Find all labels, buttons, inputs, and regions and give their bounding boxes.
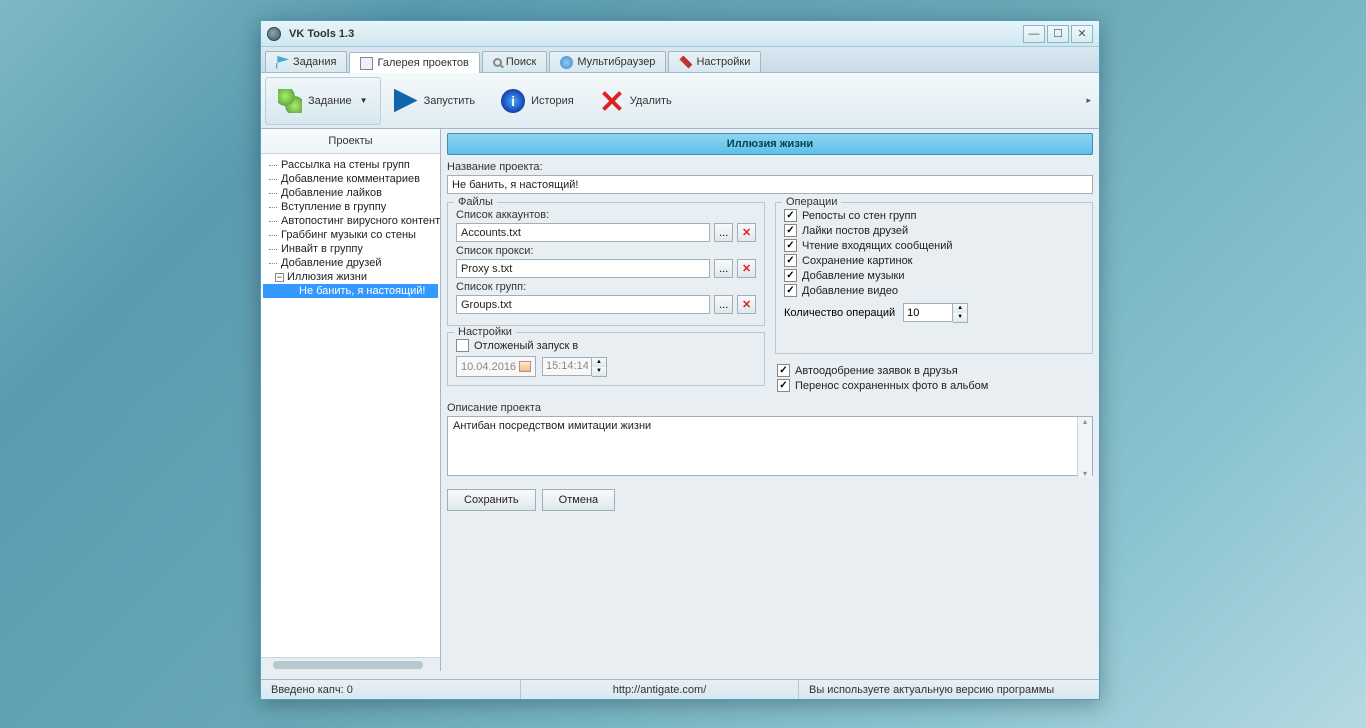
gears-icon bbox=[278, 89, 302, 113]
info-icon: i bbox=[501, 89, 525, 113]
accounts-clear-button[interactable]: ✕ bbox=[737, 223, 756, 242]
name-label: Название проекта: bbox=[447, 161, 1093, 173]
cancel-button[interactable]: Отмена bbox=[542, 489, 615, 511]
tab-settings[interactable]: Настройки bbox=[668, 51, 761, 72]
op-checkbox[interactable]: ✓ bbox=[784, 269, 797, 282]
main-panel: Иллюзия жизни Название проекта: Файлы Сп… bbox=[441, 129, 1099, 671]
ops-count-down[interactable]: ▼ bbox=[953, 313, 967, 322]
statusbar: Введено капч: 0 http://antigate.com/ Вы … bbox=[261, 679, 1099, 699]
play-icon bbox=[394, 89, 418, 113]
accounts-browse-button[interactable]: ... bbox=[714, 223, 733, 242]
status-url[interactable]: http://antigate.com/ bbox=[521, 680, 799, 699]
autoapprove-checkbox[interactable]: ✓ bbox=[777, 364, 790, 377]
project-title-banner: Иллюзия жизни bbox=[447, 133, 1093, 155]
history-button[interactable]: i История bbox=[488, 77, 587, 125]
ops-count-input[interactable] bbox=[903, 303, 953, 322]
project-name-input[interactable] bbox=[447, 175, 1093, 194]
op-checkbox[interactable]: ✓ bbox=[784, 224, 797, 237]
sidebar-hscroll[interactable] bbox=[261, 657, 440, 671]
groups-label: Список групп: bbox=[456, 281, 756, 293]
sidebar: Проекты Рассылка на стены групп Добавлен… bbox=[261, 129, 441, 671]
settings-fieldset: Настройки Отложеный запуск в 10.04.2016 … bbox=[447, 332, 765, 386]
tab-gallery[interactable]: Галерея проектов bbox=[349, 52, 479, 73]
status-version: Вы используете актуальную версию програм… bbox=[799, 680, 1099, 699]
run-button[interactable]: Запустить bbox=[381, 77, 489, 125]
tree-child-selected[interactable]: Не банить, я настоящий! bbox=[263, 284, 438, 298]
sidebar-header: Проекты bbox=[261, 129, 440, 154]
window-title: VK Tools 1.3 bbox=[285, 28, 1023, 40]
toolbar: Задание ▼ Запустить i История Удалить ▸ bbox=[261, 73, 1099, 129]
textarea-scrollbar[interactable] bbox=[1077, 417, 1092, 478]
delete-button[interactable]: Удалить bbox=[587, 77, 685, 125]
proxy-label: Список прокси: bbox=[456, 245, 756, 257]
files-legend: Файлы bbox=[454, 196, 497, 208]
flag-icon bbox=[276, 56, 289, 69]
titlebar[interactable]: VK Tools 1.3 — ☐ ✕ bbox=[261, 21, 1099, 47]
minimize-button[interactable]: — bbox=[1023, 25, 1045, 43]
desc-label: Описание проекта bbox=[447, 402, 1093, 414]
proxy-clear-button[interactable]: ✕ bbox=[737, 259, 756, 278]
search-icon bbox=[493, 58, 502, 67]
accounts-label: Список аккаунтов: bbox=[456, 209, 756, 221]
tree-item[interactable]: Автопостинг вирусного контента bbox=[263, 214, 438, 228]
tree-item[interactable]: Добавление комментариев bbox=[263, 172, 438, 186]
task-button[interactable]: Задание ▼ bbox=[265, 77, 381, 125]
description-textarea[interactable] bbox=[447, 416, 1093, 476]
settings-legend: Настройки bbox=[454, 326, 516, 338]
globe-icon bbox=[560, 56, 573, 69]
tree-item[interactable]: Добавление лайков bbox=[263, 186, 438, 200]
wrench-icon bbox=[679, 56, 692, 69]
tree-item[interactable]: Вступление в группу bbox=[263, 200, 438, 214]
proxy-input[interactable] bbox=[456, 259, 710, 278]
tab-multibrowser[interactable]: Мультибраузер bbox=[549, 51, 666, 72]
delete-icon bbox=[600, 89, 624, 113]
tree-parent[interactable]: −Иллюзия жизни bbox=[263, 270, 438, 284]
op-checkbox[interactable]: ✓ bbox=[784, 254, 797, 267]
gallery-icon bbox=[360, 57, 373, 70]
tree-item[interactable]: Рассылка на стены групп bbox=[263, 158, 438, 172]
time-down[interactable]: ▼ bbox=[592, 367, 606, 376]
time-up[interactable]: ▲ bbox=[592, 358, 606, 367]
groups-browse-button[interactable]: ... bbox=[714, 295, 733, 314]
ops-count-up[interactable]: ▲ bbox=[953, 304, 967, 313]
tab-tasks[interactable]: Задания bbox=[265, 51, 347, 72]
tab-search[interactable]: Поиск bbox=[482, 51, 547, 72]
proxy-browse-button[interactable]: ... bbox=[714, 259, 733, 278]
deferred-checkbox[interactable] bbox=[456, 339, 469, 352]
groups-input[interactable] bbox=[456, 295, 710, 314]
close-button[interactable]: ✕ bbox=[1071, 25, 1093, 43]
movephotos-checkbox[interactable]: ✓ bbox=[777, 379, 790, 392]
tree-item[interactable]: Граббинг музыки со стены bbox=[263, 228, 438, 242]
date-input[interactable]: 10.04.2016 bbox=[456, 356, 536, 377]
scroll-thumb[interactable] bbox=[273, 661, 423, 669]
project-tree[interactable]: Рассылка на стены групп Добавление комме… bbox=[261, 154, 440, 657]
time-input[interactable] bbox=[542, 357, 592, 376]
tree-item[interactable]: Добавление друзей bbox=[263, 256, 438, 270]
chevron-down-icon: ▼ bbox=[360, 96, 368, 105]
ops-legend: Операции bbox=[782, 196, 841, 208]
toolbar-overflow[interactable]: ▸ bbox=[1086, 95, 1091, 106]
collapse-icon[interactable]: − bbox=[275, 273, 284, 282]
deferred-label: Отложеный запуск в bbox=[474, 340, 578, 352]
app-icon bbox=[267, 27, 281, 41]
tree-item[interactable]: Инвайт в группу bbox=[263, 242, 438, 256]
maximize-button[interactable]: ☐ bbox=[1047, 25, 1069, 43]
files-fieldset: Файлы Список аккаунтов: ... ✕ Список про… bbox=[447, 202, 765, 326]
op-checkbox[interactable]: ✓ bbox=[784, 284, 797, 297]
groups-clear-button[interactable]: ✕ bbox=[737, 295, 756, 314]
tab-bar: Задания Галерея проектов Поиск Мультибра… bbox=[261, 47, 1099, 73]
operations-fieldset: Операции ✓Репосты со стен групп ✓Лайки п… bbox=[775, 202, 1093, 354]
ops-count-label: Количество операций bbox=[784, 307, 895, 319]
accounts-input[interactable] bbox=[456, 223, 710, 242]
op-checkbox[interactable]: ✓ bbox=[784, 239, 797, 252]
app-window: VK Tools 1.3 — ☐ ✕ Задания Галерея проек… bbox=[260, 20, 1100, 700]
op-checkbox[interactable]: ✓ bbox=[784, 209, 797, 222]
status-captcha: Введено капч: 0 bbox=[261, 680, 521, 699]
save-button[interactable]: Сохранить bbox=[447, 489, 536, 511]
calendar-icon bbox=[519, 361, 531, 372]
